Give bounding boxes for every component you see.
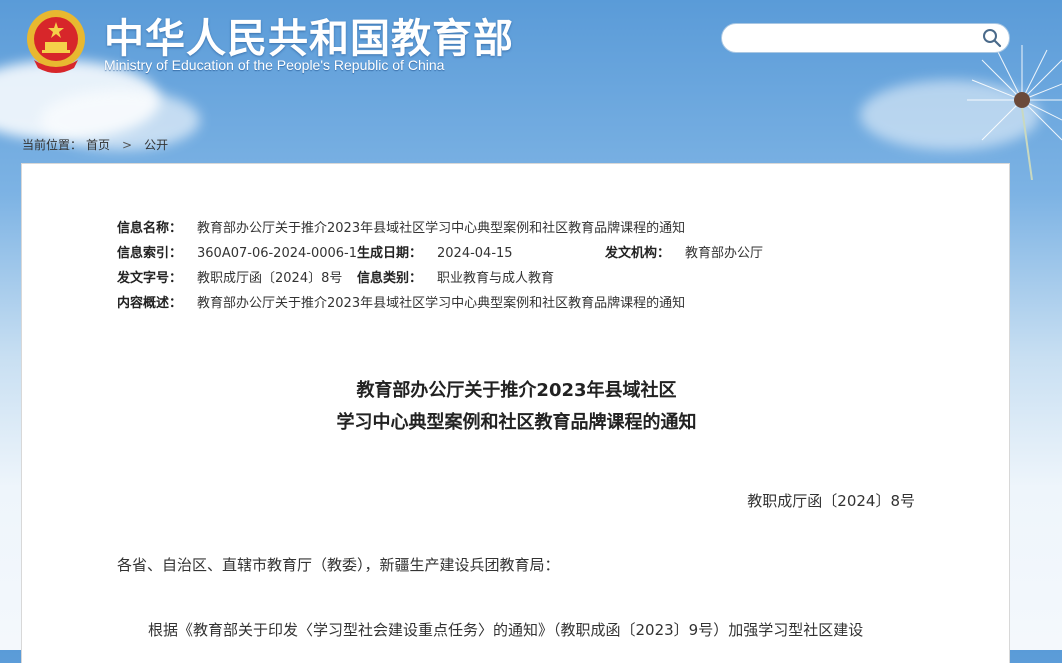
info-name-label: 信息名称： <box>117 221 183 236</box>
info-index-label: 信息索引： <box>117 246 183 261</box>
info-row-name: 信息名称： 教育部办公厅关于推介2023年县域社区学习中心典型案例和社区教育品牌… <box>117 216 917 241</box>
info-org-label: 发文机构： <box>605 246 671 261</box>
info-category-label: 信息类别： <box>357 271 423 286</box>
national-emblem-icon <box>27 10 85 73</box>
document-paragraph: 根据《教育部关于印发〈学习型社会建设重点任务〉的通知》（教职成函〔2023〕9号… <box>148 621 864 639</box>
info-summary-label: 内容概述： <box>117 296 183 311</box>
search-icon[interactable] <box>981 27 1003 49</box>
site-subtitle: Ministry of Education of the People's Re… <box>104 57 445 73</box>
breadcrumb-public-link[interactable]: 公开 <box>144 136 168 153</box>
info-date-label: 生成日期： <box>357 246 423 261</box>
document-salutation: 各省、自治区、直辖市教育厅（教委），新疆生产建设兵团教育局： <box>117 556 560 574</box>
breadcrumb-prefix: 当前位置： <box>22 138 83 152</box>
info-index-value: 360A07-06-2024-0006-1 <box>197 246 357 261</box>
breadcrumb-home-link[interactable]: 首页 <box>86 136 110 153</box>
info-date-value: 2024-04-15 <box>437 246 513 261</box>
search-input[interactable] <box>722 25 981 51</box>
article-panel: 信息名称： 教育部办公厅关于推介2023年县域社区学习中心典型案例和社区教育品牌… <box>21 163 1010 663</box>
site-title: 中华人民共和国教育部 <box>104 16 514 62</box>
document-title: 教育部办公厅关于推介2023年县域社区 学习中心典型案例和社区教育品牌课程的通知 <box>22 375 1011 439</box>
info-summary-value: 教育部办公厅关于推介2023年县域社区学习中心典型案例和社区教育品牌课程的通知 <box>197 296 686 311</box>
document-title-line-1: 教育部办公厅关于推介2023年县域社区 <box>356 380 677 401</box>
document-title-line-2: 学习中心典型案例和社区教育品牌课程的通知 <box>336 412 697 433</box>
document-number: 教职成厅函〔2024〕8号 <box>747 492 915 510</box>
info-name-value: 教育部办公厅关于推介2023年县域社区学习中心典型案例和社区教育品牌课程的通知 <box>197 221 686 236</box>
info-docno-label: 发文字号： <box>117 271 183 286</box>
info-row-index: 信息索引： 360A07-06-2024-0006-1 生成日期： 2024-0… <box>117 241 917 266</box>
dandelion-icon <box>967 45 1062 180</box>
info-row-summary: 内容概述： 教育部办公厅关于推介2023年县域社区学习中心典型案例和社区教育品牌… <box>117 291 917 316</box>
breadcrumb-separator: > <box>122 137 133 152</box>
info-row-docno: 发文字号： 教职成厅函〔2024〕8号 信息类别： 职业教育与成人教育 <box>117 266 917 291</box>
info-docno-value: 教职成厅函〔2024〕8号 <box>197 271 343 286</box>
info-table: 信息名称： 教育部办公厅关于推介2023年县域社区学习中心典型案例和社区教育品牌… <box>117 216 917 316</box>
info-category-value: 职业教育与成人教育 <box>437 271 555 286</box>
info-org-value: 教育部办公厅 <box>685 246 764 261</box>
search-box <box>721 23 1010 53</box>
breadcrumb: 当前位置： 首页 > 公开 <box>22 136 168 153</box>
